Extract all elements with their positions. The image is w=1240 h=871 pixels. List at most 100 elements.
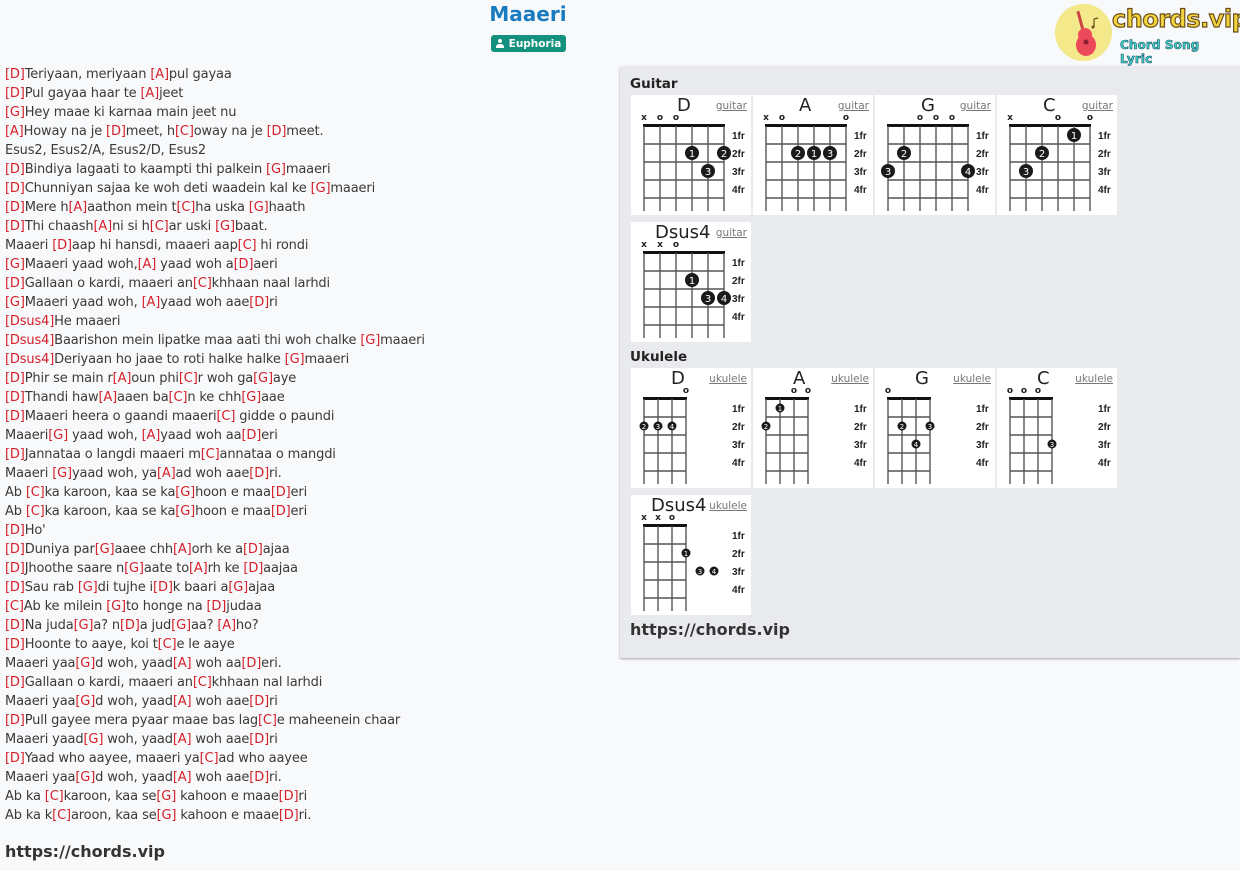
chord-d[interactable]: [D] bbox=[5, 675, 25, 690]
chord-d[interactable]: [D] bbox=[207, 599, 227, 614]
chord-a[interactable]: [A] bbox=[138, 257, 157, 272]
chord-diagram-guitar-c[interactable]: x o o 1fr 2fr 3fr 4fr 1 2 3 Cguitar bbox=[997, 95, 1117, 215]
chord-g[interactable]: [G] bbox=[5, 257, 25, 272]
panel-url[interactable]: https://chords.vip bbox=[630, 620, 790, 639]
ukulele-link[interactable]: ukulele bbox=[1075, 373, 1113, 385]
chord-diagram-guitar-dsus4[interactable]: x x o 1fr 2fr 3fr 4fr 1 3 4 Dsus4 guitar bbox=[631, 222, 751, 342]
chord-a[interactable]: [A] bbox=[150, 67, 169, 82]
chord-c[interactable]: [C] bbox=[175, 124, 194, 139]
ukulele-link[interactable]: ukulele bbox=[953, 373, 991, 385]
chord-g[interactable]: [G] bbox=[285, 352, 305, 367]
chord-c[interactable]: [C] bbox=[158, 637, 177, 652]
chord-d[interactable]: [D] bbox=[5, 561, 25, 576]
guitar-link[interactable]: guitar bbox=[1082, 100, 1113, 112]
chord-c[interactable]: [C] bbox=[217, 409, 236, 424]
chord-d[interactable]: [D] bbox=[249, 466, 269, 481]
chord-c[interactable]: [C] bbox=[200, 751, 219, 766]
chord-c[interactable]: [C] bbox=[150, 219, 169, 234]
footer-url[interactable]: https://chords.vip bbox=[5, 842, 165, 861]
chord-a[interactable]: [A] bbox=[173, 770, 192, 785]
chord-d[interactable]: [D] bbox=[120, 618, 140, 633]
chord-g[interactable]: [G] bbox=[171, 618, 191, 633]
ukulele-link[interactable]: ukulele bbox=[831, 373, 869, 385]
chord-d[interactable]: [D] bbox=[249, 732, 269, 747]
chord-a[interactable]: [A] bbox=[98, 390, 117, 405]
chord-d[interactable]: [D] bbox=[5, 162, 25, 177]
chord-c[interactable]: [C] bbox=[193, 276, 212, 291]
chord-g[interactable]: [G] bbox=[74, 618, 94, 633]
chord-d[interactable]: [D] bbox=[153, 580, 173, 595]
chord-d[interactable]: [D] bbox=[241, 428, 261, 443]
site-logo[interactable]: chords.vip Chord Song Lyric bbox=[1054, 3, 1240, 66]
chord-g[interactable]: [G] bbox=[52, 466, 72, 481]
chord-c[interactable]: [C] bbox=[45, 789, 64, 804]
chord-a[interactable]: [A] bbox=[142, 428, 161, 443]
chord-g[interactable]: [G] bbox=[48, 428, 68, 443]
chord-a[interactable]: [A] bbox=[189, 561, 208, 576]
chord-g[interactable]: [G] bbox=[83, 732, 103, 747]
chord-diagram-guitar-a[interactable]: x o o 1fr 2fr 3fr 4fr 2 1 3 Aguitar bbox=[753, 95, 873, 215]
guitar-link[interactable]: guitar bbox=[716, 100, 747, 112]
chord-c[interactable]: [C] bbox=[258, 713, 277, 728]
chord-d[interactable]: [D] bbox=[271, 485, 291, 500]
chord-d[interactable]: [D] bbox=[5, 409, 25, 424]
chord-diagram-ukulele-d[interactable]: o 1fr 2fr 3fr 4fr 2 3 4 Dukulele bbox=[631, 368, 751, 488]
chord-d[interactable]: [D] bbox=[249, 295, 269, 310]
chord-d[interactable]: [D] bbox=[243, 542, 263, 557]
chord-c[interactable]: [C] bbox=[238, 238, 257, 253]
chord-c[interactable]: [C] bbox=[169, 390, 188, 405]
chord-g[interactable]: [G] bbox=[5, 295, 25, 310]
chord-c[interactable]: [C] bbox=[5, 599, 24, 614]
chord-d[interactable]: [D] bbox=[5, 390, 25, 405]
guitar-link[interactable]: guitar bbox=[716, 227, 747, 239]
chord-c[interactable]: [C] bbox=[52, 808, 71, 823]
chord-d[interactable]: [D] bbox=[249, 694, 269, 709]
chord-c[interactable]: [C] bbox=[179, 371, 198, 386]
chord-g[interactable]: [G] bbox=[156, 789, 176, 804]
chord-a[interactable]: [A] bbox=[140, 86, 159, 101]
chord-d[interactable]: [D] bbox=[5, 542, 25, 557]
chord-g[interactable]: [G] bbox=[253, 371, 273, 386]
chord-d[interactable]: [D] bbox=[271, 504, 291, 519]
chord-g[interactable]: [G] bbox=[175, 485, 195, 500]
chord-c[interactable]: [C] bbox=[193, 675, 212, 690]
chord-diagram-ukulele-dsus4[interactable]: x x o 1fr 2fr 3fr 4fr 1 3 4 Dsus4 ukulele bbox=[631, 495, 751, 615]
chord-d[interactable]: [D] bbox=[5, 219, 25, 234]
chord-d[interactable]: [D] bbox=[267, 124, 287, 139]
chord-g[interactable]: [G] bbox=[75, 656, 95, 671]
chord-g[interactable]: [G] bbox=[75, 770, 95, 785]
chord-g[interactable]: [G] bbox=[228, 580, 248, 595]
chord-g[interactable]: [G] bbox=[241, 390, 261, 405]
chord-diagram-ukulele-c[interactable]: o o o 1fr 2fr 3fr 4fr 3 Cukulele bbox=[997, 368, 1117, 488]
chord-d[interactable]: [D] bbox=[5, 637, 25, 652]
chord-a[interactable]: [A] bbox=[173, 542, 192, 557]
chord-d[interactable]: [D] bbox=[241, 656, 261, 671]
chord-a[interactable]: [A] bbox=[173, 656, 192, 671]
chord-diagram-ukulele-g[interactable]: o 1fr 2fr 3fr 4fr 2 3 4 Gukulele bbox=[875, 368, 995, 488]
chord-g[interactable]: [G] bbox=[75, 694, 95, 709]
ukulele-link[interactable]: ukulele bbox=[709, 500, 747, 512]
chord-d[interactable]: [D] bbox=[279, 789, 299, 804]
chord-dsus4[interactable]: [Dsus4] bbox=[5, 352, 54, 367]
chord-d[interactable]: [D] bbox=[234, 257, 254, 272]
chord-d[interactable]: [D] bbox=[5, 523, 25, 538]
chord-c[interactable]: [C] bbox=[26, 504, 45, 519]
chord-g[interactable]: [G] bbox=[157, 808, 177, 823]
chord-g[interactable]: [G] bbox=[95, 542, 115, 557]
chord-d[interactable]: [D] bbox=[5, 181, 25, 196]
chord-a[interactable]: [A] bbox=[113, 371, 132, 386]
chord-d[interactable]: [D] bbox=[5, 580, 25, 595]
chord-diagram-ukulele-a[interactable]: o o 1fr 2fr 3fr 4fr 1 2 Aukulele bbox=[753, 368, 873, 488]
chord-g[interactable]: [G] bbox=[249, 200, 269, 215]
chord-a[interactable]: [A] bbox=[68, 200, 87, 215]
chord-d[interactable]: [D] bbox=[106, 124, 126, 139]
chord-g[interactable]: [G] bbox=[106, 599, 126, 614]
chord-g[interactable]: [G] bbox=[124, 561, 144, 576]
chord-d[interactable]: [D] bbox=[5, 618, 25, 633]
chord-a[interactable]: [A] bbox=[142, 295, 161, 310]
chord-g[interactable]: [G] bbox=[78, 580, 98, 595]
chord-g[interactable]: [G] bbox=[311, 181, 331, 196]
guitar-link[interactable]: guitar bbox=[838, 100, 869, 112]
ukulele-link[interactable]: ukulele bbox=[709, 373, 747, 385]
chord-c[interactable]: [C] bbox=[176, 200, 195, 215]
